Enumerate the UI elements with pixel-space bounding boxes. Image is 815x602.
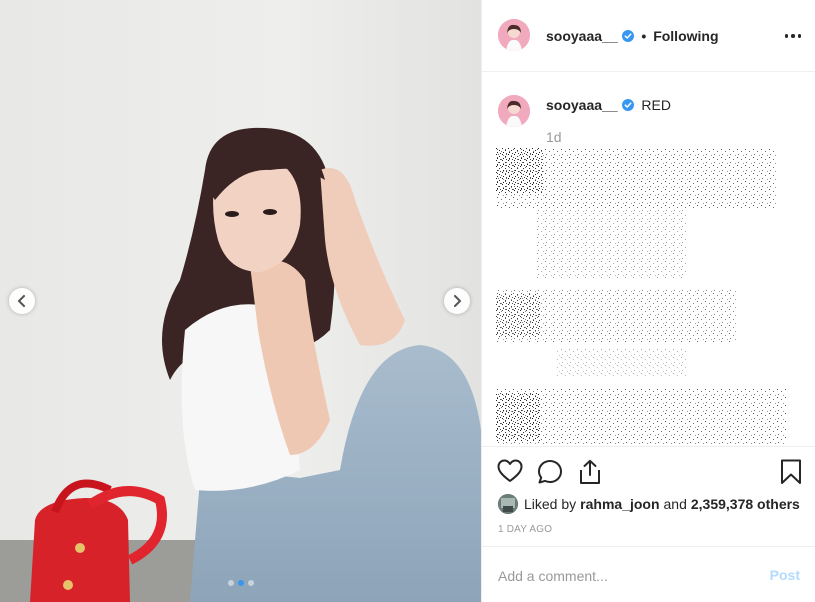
- post-modal: sooyaaa__ • Following sooyaaa__ RED 1d L…: [0, 0, 815, 602]
- carousel-dot-active: [238, 580, 244, 586]
- post-comment-button[interactable]: Post: [770, 567, 800, 583]
- separator-dot: •: [641, 28, 647, 44]
- post-date: 1 DAY AGO: [498, 524, 553, 535]
- comments-section: sooyaaa__ RED 1d: [482, 72, 815, 446]
- author-line: sooyaaa__ • Following: [546, 28, 719, 44]
- bookmark-icon[interactable]: [780, 459, 802, 485]
- follow-button[interactable]: Following: [653, 28, 718, 44]
- post-side-panel: sooyaaa__ • Following sooyaaa__ RED 1d L…: [481, 0, 815, 602]
- caption: sooyaaa__ RED: [546, 97, 671, 113]
- verified-badge-icon: [621, 99, 634, 111]
- share-icon[interactable]: [577, 459, 603, 485]
- caption-age: 1d: [546, 129, 562, 145]
- likes-summary[interactable]: Liked by rahma_joon and 2,359,378 others: [498, 494, 800, 514]
- chevron-left-icon: [18, 295, 25, 307]
- caption-username[interactable]: sooyaaa__: [546, 97, 618, 113]
- likes-prefix: Liked by: [524, 496, 577, 512]
- carousel-dot: [228, 580, 234, 586]
- author-avatar[interactable]: [498, 19, 530, 51]
- carousel-prev-button[interactable]: [9, 288, 35, 314]
- liker-avatar: [498, 494, 518, 514]
- likes-count[interactable]: 2,359,378 others: [691, 496, 800, 512]
- post-photo[interactable]: [0, 0, 481, 602]
- liker-username[interactable]: rahma_joon: [580, 496, 659, 512]
- avatar-image: [498, 19, 530, 51]
- obscured-comments-region: [496, 148, 792, 444]
- heart-icon[interactable]: [497, 459, 523, 483]
- comment-input[interactable]: [498, 565, 748, 587]
- likes-connector: and: [663, 496, 687, 512]
- add-comment-form: Post: [482, 546, 815, 602]
- photo-image: [0, 0, 481, 602]
- more-options-icon[interactable]: [784, 34, 801, 38]
- author-username[interactable]: sooyaaa__: [546, 28, 618, 44]
- avatar-image: [498, 95, 530, 127]
- comment-icon[interactable]: [537, 459, 563, 485]
- verified-badge-icon: [621, 30, 634, 42]
- caption-text: RED: [641, 97, 671, 113]
- post-action-bar: [482, 446, 815, 498]
- carousel-indicator: [228, 580, 254, 586]
- caption-author-avatar[interactable]: [498, 95, 530, 127]
- carousel-next-button[interactable]: [444, 288, 470, 314]
- post-header: sooyaaa__ • Following: [482, 0, 815, 72]
- carousel-dot: [248, 580, 254, 586]
- chevron-right-icon: [454, 295, 461, 307]
